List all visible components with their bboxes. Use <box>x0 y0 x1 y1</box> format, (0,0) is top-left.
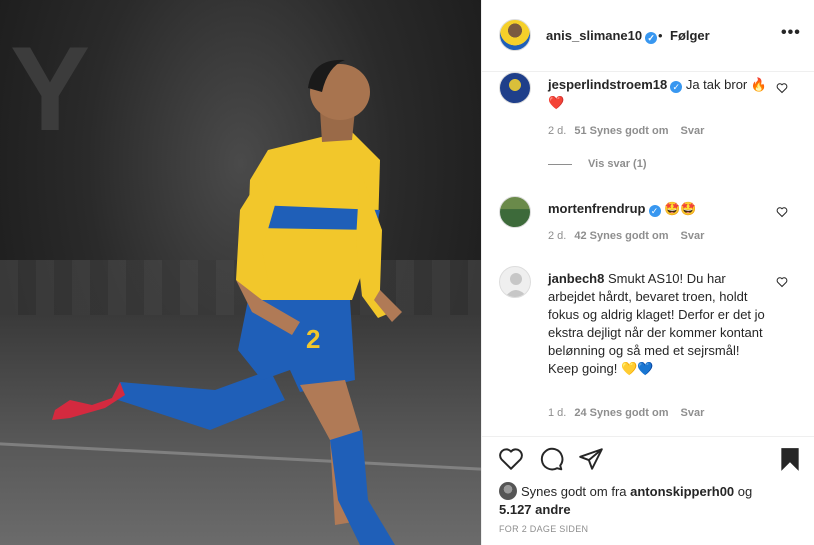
comment-text: Smukt AS10! Du har arbejdet hårdt, bevar… <box>548 271 765 376</box>
commenter-username[interactable]: jesperlindstroem18 <box>548 77 667 92</box>
verified-badge-icon: ✓ <box>670 81 683 93</box>
paper-plane-icon[interactable] <box>578 446 604 472</box>
post-sidebar: anis_slimane10 ✓ • Følger ••• jesperlinds… <box>481 0 814 545</box>
reply-button[interactable]: Svar <box>681 407 705 419</box>
comment-likes[interactable]: 42 Synes godt om <box>574 230 668 242</box>
comment-meta: 2 d. 51 Synes godt om Svar <box>548 125 704 137</box>
verified-badge-icon: ✓ <box>648 205 661 217</box>
actions-divider <box>482 436 814 437</box>
separator-dot: • <box>658 28 663 43</box>
likes-summary: Synes godt om fra antonskipperh00 og 5.1… <box>499 482 753 517</box>
comment-likes[interactable]: 24 Synes godt om <box>574 407 668 419</box>
comment-bubble-icon[interactable] <box>538 446 564 472</box>
commenter-username[interactable]: mortenfrendrup <box>548 201 646 216</box>
reply-button[interactable]: Svar <box>681 125 705 137</box>
default-avatar-icon <box>505 273 527 297</box>
comment-time[interactable]: 1 d. <box>548 407 566 419</box>
svg-text:2: 2 <box>306 324 320 354</box>
commenter-username[interactable]: janbech8 <box>548 271 604 286</box>
comment-body: jesperlindstroem18 ✓ Ja tak bror 🔥❤️ <box>548 76 768 112</box>
comment-body: mortenfrendrup ✓ 🤩🤩 <box>548 200 768 218</box>
comment-like-icon[interactable] <box>776 206 788 218</box>
post-header: anis_slimane10 ✓ • Følger ••• <box>482 0 814 72</box>
comment-time[interactable]: 2 d. <box>548 125 566 137</box>
heart-outline-icon[interactable] <box>498 446 524 472</box>
comment-time[interactable]: 2 d. <box>548 230 566 242</box>
others-likes-link[interactable]: 5.127 andre <box>499 502 571 517</box>
reply-button[interactable]: Svar <box>681 230 705 242</box>
view-replies-button[interactable]: Vis svar (1) <box>548 158 647 170</box>
following-button[interactable]: Følger <box>670 28 710 43</box>
comment-meta: 1 d. 24 Synes godt om Svar <box>548 407 704 419</box>
comment-text: 🤩🤩 <box>664 201 697 216</box>
more-options-icon[interactable]: ••• <box>781 24 801 42</box>
comment-meta: 2 d. 42 Synes godt om Svar <box>548 230 704 242</box>
verified-badge-icon: ✓ <box>645 32 658 44</box>
replies-dash <box>548 163 572 165</box>
comment-like-icon[interactable] <box>776 276 788 288</box>
comment-body: janbech8 Smukt AS10! Du har arbejdet hår… <box>548 270 768 378</box>
liker-username[interactable]: antonskipperh00 <box>630 484 734 499</box>
bookmark-filled-icon[interactable] <box>777 446 803 472</box>
football-player-illustration: 2 <box>52 59 402 545</box>
liker-avatar[interactable] <box>499 482 517 500</box>
commenter-avatar[interactable] <box>499 266 531 298</box>
post-photo[interactable]: Y 2 <box>0 0 481 545</box>
comment-likes[interactable]: 51 Synes godt om <box>574 125 668 137</box>
author-username[interactable]: anis_slimane10 ✓ <box>546 28 658 44</box>
post-time[interactable]: FOR 2 DAGE SIDEN <box>499 524 588 534</box>
commenter-avatar[interactable] <box>499 196 531 228</box>
comment-like-icon[interactable] <box>776 82 788 94</box>
commenter-avatar[interactable] <box>499 72 531 104</box>
post-actions <box>482 446 814 474</box>
author-avatar[interactable] <box>499 19 531 51</box>
